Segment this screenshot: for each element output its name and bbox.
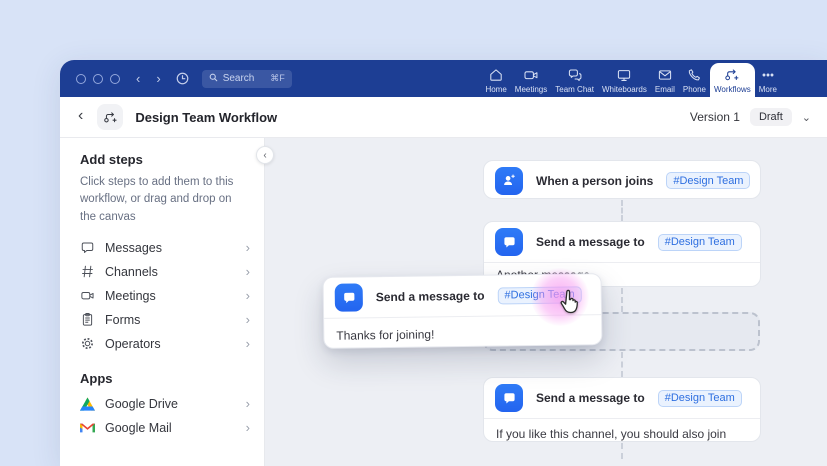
workflow-canvas[interactable]: When a person joins #Design Team Send a …: [265, 138, 827, 466]
nav-label: Team Chat: [555, 85, 594, 94]
main-nav: Home Meetings Team Chat Whiteboards Emai…: [481, 60, 781, 97]
connector-line: [621, 352, 623, 377]
chevron-right-icon: ›: [246, 264, 250, 279]
envelope-icon: [657, 67, 673, 83]
window-controls[interactable]: [76, 74, 120, 84]
whiteboard-icon: [616, 67, 632, 83]
chat-bubbles-icon: [567, 67, 583, 83]
hand-cursor-icon: [555, 288, 583, 321]
message-card[interactable]: Send a message to #Design Team If you li…: [483, 377, 761, 442]
nav-item-email[interactable]: Email: [651, 63, 679, 97]
google-drive-icon: [80, 397, 95, 411]
nav-label: Meetings: [515, 85, 547, 94]
card-title: Send a message to: [376, 289, 485, 305]
nav-item-workflows[interactable]: Workflows: [710, 63, 755, 97]
workflow-icon: [103, 110, 118, 125]
workflow-type-chip: [97, 104, 123, 130]
phone-icon: [686, 67, 702, 83]
window-minimize-button[interactable]: [93, 74, 103, 84]
search-shortcut: ⌘F: [270, 73, 285, 84]
add-steps-sidebar: Add steps Click steps to add them to thi…: [60, 138, 265, 466]
apps-heading: Apps: [80, 371, 250, 386]
chevron-right-icon: ›: [246, 240, 250, 255]
workflow-icon: [724, 67, 740, 83]
nav-back-button[interactable]: ‹: [134, 72, 142, 85]
video-camera-icon: [523, 67, 539, 83]
sidebar-item-label: Messages: [105, 241, 162, 255]
chevron-right-icon: ›: [246, 420, 250, 435]
search-input[interactable]: Search ⌘F: [202, 70, 292, 88]
search-placeholder: Search: [223, 73, 255, 84]
nav-item-whiteboards[interactable]: Whiteboards: [598, 63, 651, 97]
channel-pill[interactable]: #Design Team: [658, 234, 742, 251]
history-icon[interactable]: [175, 71, 190, 86]
video-camera-icon: [80, 288, 95, 303]
sidebar-collapse-button[interactable]: ‹: [256, 146, 274, 164]
sidebar-item-messages[interactable]: Messages ›: [80, 236, 250, 260]
version-label: Version 1: [690, 110, 740, 124]
channel-pill[interactable]: #Design Team: [658, 390, 742, 407]
nav-item-home[interactable]: Home: [481, 63, 510, 97]
sidebar-item-label: Google Mail: [105, 421, 172, 435]
sidebar-item-meetings[interactable]: Meetings ›: [80, 284, 250, 308]
channel-pill[interactable]: #Design Team: [666, 172, 750, 189]
nav-label: Whiteboards: [602, 85, 647, 94]
message-body: If you like this channel, you should als…: [484, 418, 760, 442]
sidebar-item-label: Google Drive: [105, 397, 178, 411]
app-window: ‹ › Search ⌘F Home: [60, 60, 827, 466]
chat-bubble-icon: [80, 240, 95, 255]
person-add-icon: [495, 167, 523, 195]
nav-label: Home: [485, 85, 506, 94]
sidebar-description: Click steps to add them to this workflow…: [80, 174, 250, 226]
chevron-right-icon: ›: [246, 396, 250, 411]
sidebar-item-label: Channels: [105, 265, 158, 279]
connector-line: [621, 200, 623, 221]
connector-line: [621, 288, 623, 312]
sidebar-item-google-mail[interactable]: Google Mail ›: [80, 416, 250, 440]
sidebar-heading: Add steps: [80, 152, 250, 167]
gmail-icon: [80, 422, 95, 434]
gear-icon: [80, 336, 95, 351]
page-title: Design Team Workflow: [135, 110, 277, 125]
sidebar-item-label: Meetings: [105, 289, 156, 303]
card-title: When a person joins: [536, 174, 653, 188]
sidebar-item-google-drive[interactable]: Google Drive ›: [80, 392, 250, 416]
nav-forward-button[interactable]: ›: [154, 72, 162, 85]
workflow-toolbar: ‹ Design Team Workflow Version 1 Draft ⌄: [60, 97, 827, 138]
trigger-card[interactable]: When a person joins #Design Team: [483, 160, 761, 199]
chevron-right-icon: ›: [246, 288, 250, 303]
top-bar: ‹ › Search ⌘F Home: [60, 60, 827, 97]
sidebar-item-operators[interactable]: Operators ›: [80, 332, 250, 356]
hash-icon: [80, 264, 95, 279]
nav-item-meetings[interactable]: Meetings: [511, 63, 551, 97]
sidebar-item-label: Forms: [105, 313, 140, 327]
card-title: Send a message to: [536, 391, 645, 405]
nav-item-team-chat[interactable]: Team Chat: [551, 63, 598, 97]
home-icon: [488, 67, 504, 83]
sidebar-item-forms[interactable]: Forms ›: [80, 308, 250, 332]
sidebar-item-channels[interactable]: Channels ›: [80, 260, 250, 284]
nav-item-more[interactable]: More: [755, 63, 781, 97]
chat-bubble-icon: [495, 384, 523, 412]
nav-label: Phone: [683, 85, 706, 94]
connector-line: [621, 443, 623, 459]
sidebar-item-label: Operators: [105, 337, 161, 351]
chat-bubble-icon: [495, 228, 523, 256]
card-title: Send a message to: [536, 235, 645, 249]
back-button[interactable]: ‹: [78, 107, 89, 127]
version-dropdown-chevron-icon[interactable]: ⌄: [802, 111, 813, 124]
clipboard-icon: [80, 312, 95, 327]
chat-bubble-icon: [335, 283, 363, 311]
window-zoom-button[interactable]: [110, 74, 120, 84]
ellipsis-icon: [760, 67, 776, 83]
chevron-right-icon: ›: [246, 336, 250, 351]
nav-label: More: [759, 85, 777, 94]
nav-item-phone[interactable]: Phone: [679, 63, 710, 97]
status-badge: Draft: [750, 108, 792, 126]
nav-label: Email: [655, 85, 675, 94]
chevron-right-icon: ›: [246, 312, 250, 327]
nav-label: Workflows: [714, 85, 751, 94]
search-icon: [209, 73, 218, 85]
window-close-button[interactable]: [76, 74, 86, 84]
